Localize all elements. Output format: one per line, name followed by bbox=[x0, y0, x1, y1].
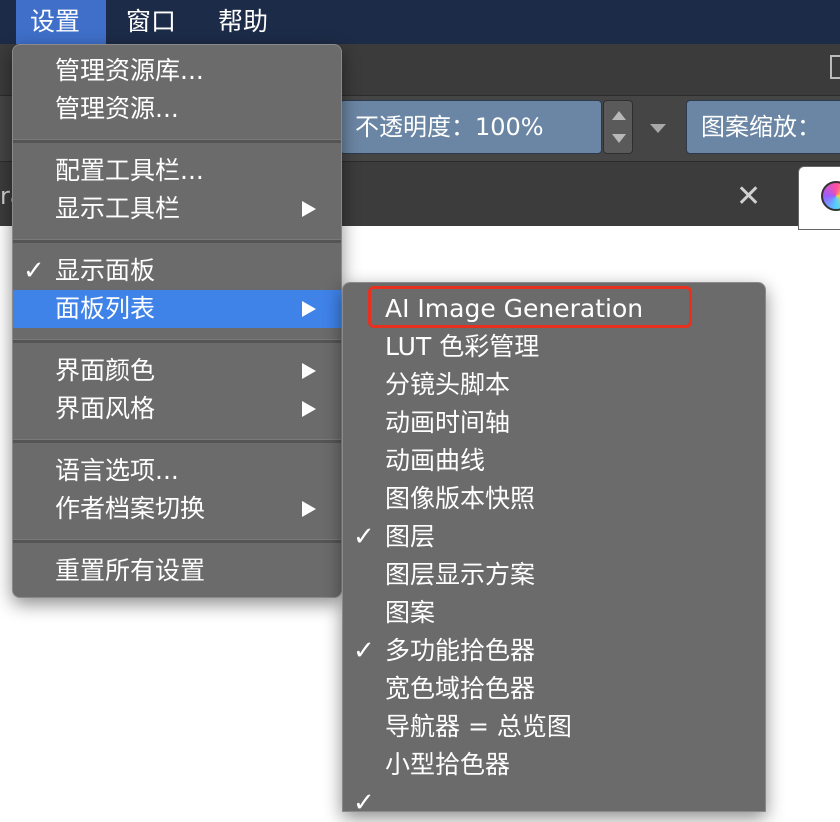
menu-item-ui-color[interactable]: 界面颜色 bbox=[13, 352, 341, 390]
menu-item-reset-all[interactable]: 重置所有设置 bbox=[13, 552, 341, 590]
menu-item-language[interactable]: 语言选项... bbox=[13, 452, 341, 490]
menu-item-label: 作者档案切换 bbox=[55, 494, 206, 523]
menu-item-show-toolbars[interactable]: 显示工具栏 bbox=[13, 190, 341, 228]
docker-item-layers[interactable]: ✓ 图层 bbox=[343, 518, 765, 556]
submenu-arrow-icon bbox=[302, 301, 316, 317]
submenu-arrow-icon bbox=[302, 201, 316, 217]
menu-item-label: 图层 bbox=[385, 522, 436, 551]
docker-item-small-color-selector[interactable]: 小型拾色器 bbox=[343, 746, 765, 784]
docker-item-patterns[interactable]: 图案 bbox=[343, 594, 765, 632]
opacity-label: 不透明度： bbox=[355, 113, 475, 141]
menu-item-label: 图层显示方案 bbox=[385, 560, 536, 589]
menu-item-label: 配置工具栏... bbox=[55, 156, 204, 185]
dropdown-arrow-icon[interactable] bbox=[650, 124, 666, 133]
menu-item-label: 动画曲线 bbox=[385, 446, 486, 475]
submenu-arrow-icon bbox=[302, 401, 316, 417]
checkmark-icon: ✓ bbox=[23, 256, 45, 286]
opacity-spinner[interactable] bbox=[603, 100, 633, 154]
opacity-value: 100% bbox=[475, 113, 544, 141]
menu-item-ui-style[interactable]: 界面风格 bbox=[13, 390, 341, 428]
menu-item-label: 显示工具栏 bbox=[55, 194, 181, 223]
menu-item-label: 重置所有设置 bbox=[55, 556, 206, 585]
docker-item-wide-gamut-selector[interactable]: 宽色域拾色器 bbox=[343, 670, 765, 708]
menu-item-switch-profile[interactable]: 作者档案切换 bbox=[13, 490, 341, 528]
docker-item-animation-curves[interactable]: 动画曲线 bbox=[343, 442, 765, 480]
checkmark-icon: ✓ bbox=[353, 788, 375, 818]
menu-item-label: 宽色域拾色器 bbox=[385, 674, 536, 703]
menu-item-show-dockers[interactable]: ✓ 显示面板 bbox=[13, 252, 341, 290]
menu-separator bbox=[13, 239, 341, 243]
krita-logo-icon bbox=[821, 181, 840, 211]
opacity-field[interactable]: 不透明度：100% bbox=[340, 100, 602, 154]
checkmark-icon: ✓ bbox=[353, 522, 375, 552]
menu-item-label: 显示面板 bbox=[55, 256, 156, 285]
menu-item-label: 语言选项... bbox=[55, 456, 179, 485]
menu-item-label: 界面颜色 bbox=[55, 356, 156, 385]
menu-item-label: 图像版本快照 bbox=[385, 484, 536, 513]
menu-item-label: LUT 色彩管理 bbox=[385, 332, 540, 361]
docker-item-snapshots[interactable]: 图像版本快照 bbox=[343, 480, 765, 518]
docker-item-lut[interactable]: LUT 色彩管理 bbox=[343, 328, 765, 366]
menu-item-label: 图案 bbox=[385, 598, 436, 627]
menu-bar: 设置 窗口 帮助 bbox=[0, 0, 840, 44]
menu-item-label: 分镜头脚本 bbox=[385, 370, 511, 399]
window-control-icon[interactable] bbox=[830, 55, 840, 79]
docker-item-compositions[interactable]: 图层显示方案 bbox=[343, 556, 765, 594]
menu-separator bbox=[13, 539, 341, 543]
spin-down-icon[interactable] bbox=[612, 134, 626, 143]
close-tab-icon[interactable]: ✕ bbox=[736, 182, 761, 212]
highlight-annotation bbox=[368, 286, 692, 328]
menu-item-label: 面板列表 bbox=[55, 294, 156, 323]
menu-item-label: 界面风格 bbox=[55, 394, 156, 423]
menu-separator bbox=[13, 139, 341, 143]
menu-item-configure-toolbars[interactable]: 配置工具栏... bbox=[13, 152, 341, 190]
menu-item-dockers-list[interactable]: 面板列表 bbox=[13, 290, 341, 328]
menu-item-label: 多功能拾色器 bbox=[385, 636, 536, 665]
docker-item-partial[interactable]: ✓ bbox=[343, 784, 765, 822]
menu-item-label: 小型拾色器 bbox=[385, 750, 511, 779]
pattern-zoom-label: 图案缩放： bbox=[701, 113, 821, 141]
checkmark-icon: ✓ bbox=[353, 636, 375, 666]
menu-help[interactable]: 帮助 bbox=[204, 0, 282, 44]
menu-separator bbox=[13, 339, 341, 343]
pattern-zoom-field[interactable]: 图案缩放： bbox=[686, 100, 840, 154]
submenu-arrow-icon bbox=[302, 363, 316, 379]
dockers-submenu: AI Image Generation LUT 色彩管理 分镜头脚本 动画时间轴… bbox=[342, 282, 766, 818]
menu-item-label: 管理资源库... bbox=[55, 56, 204, 85]
submenu-arrow-icon bbox=[302, 501, 316, 517]
menu-window[interactable]: 窗口 bbox=[112, 0, 190, 44]
menu-item-label: 导航器 = 总览图 bbox=[385, 712, 572, 741]
document-tab[interactable] bbox=[798, 166, 840, 230]
menu-separator bbox=[13, 439, 341, 443]
docker-item-overview[interactable]: 导航器 = 总览图 bbox=[343, 708, 765, 746]
spin-up-icon[interactable] bbox=[612, 111, 626, 120]
docker-item-advanced-color-selector[interactable]: ✓ 多功能拾色器 bbox=[343, 632, 765, 670]
settings-menu: 管理资源库... 管理资源... 配置工具栏... 显示工具栏 ✓ 显示面板 面… bbox=[12, 44, 342, 598]
docker-item-animation-timeline[interactable]: 动画时间轴 bbox=[343, 404, 765, 442]
menu-item-manage-resources[interactable]: 管理资源... bbox=[13, 90, 341, 128]
menu-item-label: 动画时间轴 bbox=[385, 408, 511, 437]
menu-settings[interactable]: 设置 bbox=[16, 0, 106, 44]
menu-item-label: 管理资源... bbox=[55, 94, 179, 123]
docker-item-storyboard[interactable]: 分镜头脚本 bbox=[343, 366, 765, 404]
menu-item-manage-bundles[interactable]: 管理资源库... bbox=[13, 52, 341, 90]
